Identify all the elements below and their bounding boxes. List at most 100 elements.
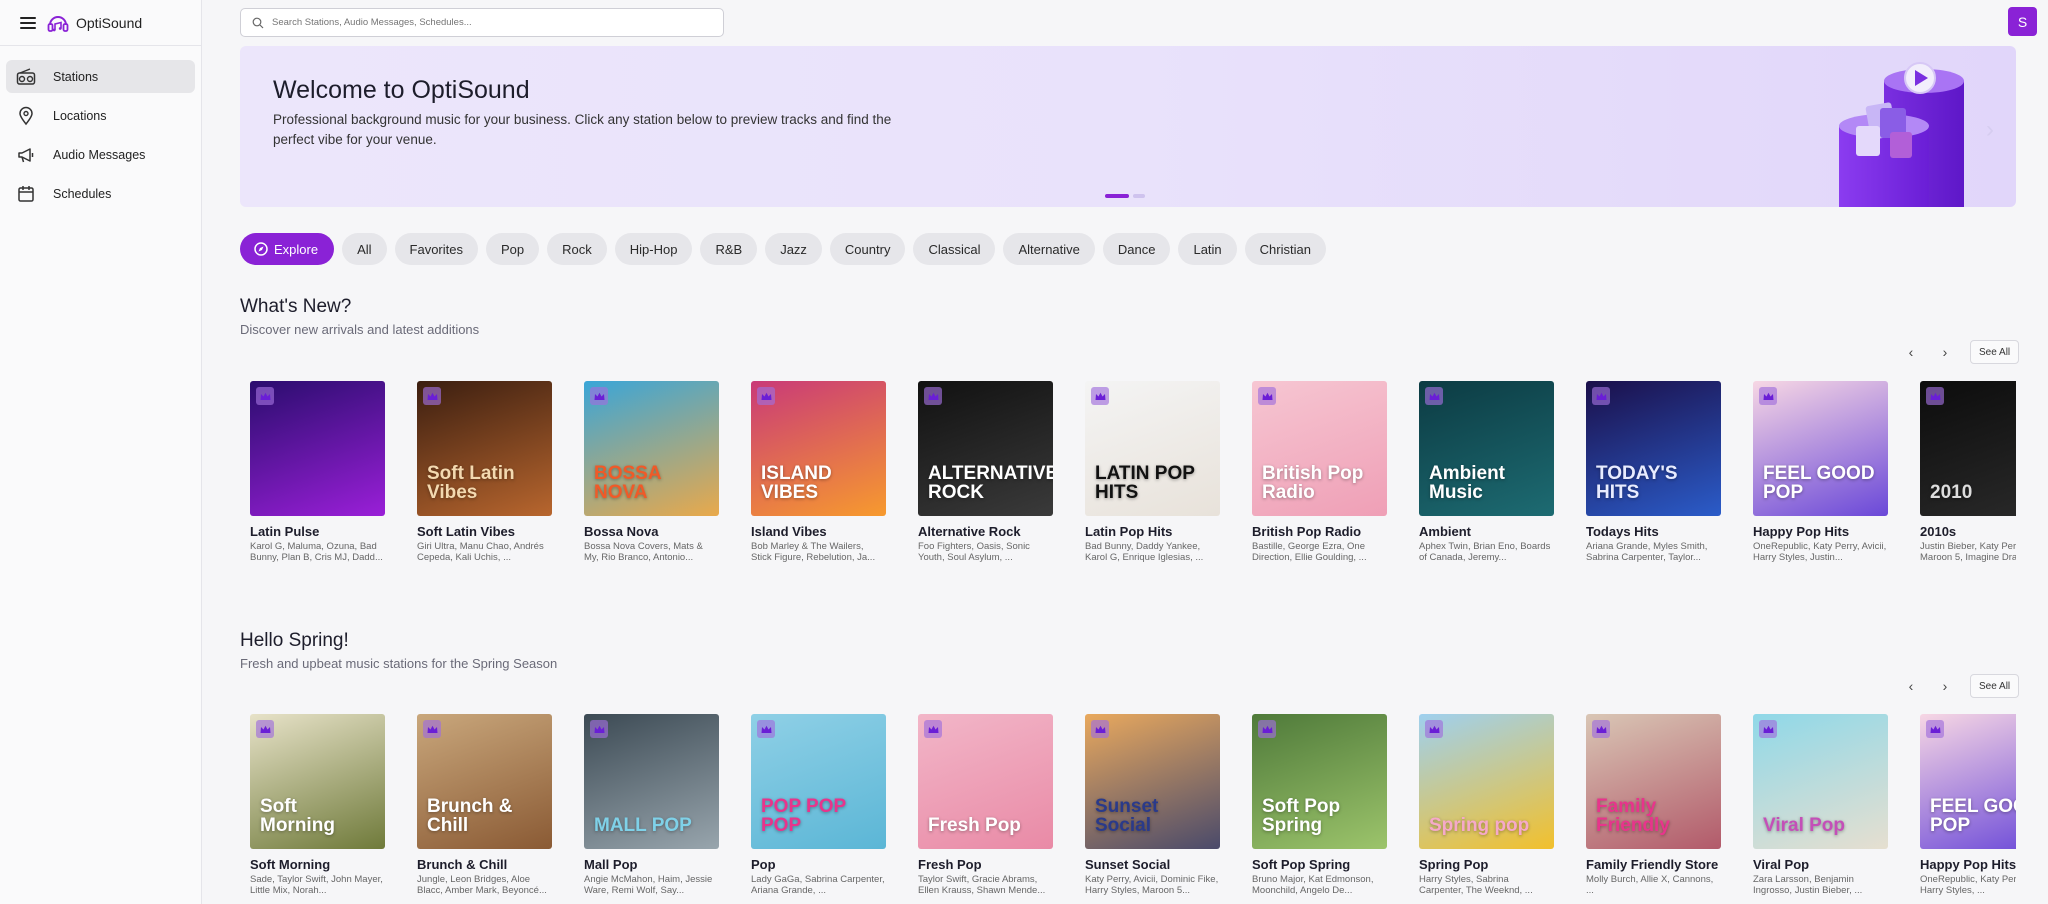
station-card[interactable]: ISLAND VIBES Island Vibes Bob Marley & The… (751, 381, 886, 563)
hero-next-arrow[interactable]: › (1986, 116, 1994, 144)
station-artwork[interactable]: Soft Latin Vibes (417, 381, 552, 516)
sidebar-item-label: Audio Messages (53, 147, 146, 162)
station-card[interactable]: Soft Morning Soft Morning Sade, Taylor Swi… (250, 714, 385, 896)
station-artwork[interactable]: Spring pop (1419, 714, 1554, 849)
sidebar-item-schedules[interactable]: Schedules (6, 177, 195, 210)
station-artists: Giri Ultra, Manu Chao, Andrés Cepeda, Ka… (417, 541, 544, 563)
station-card[interactable]: BOSSA NOVA Bossa Nova Bossa Nova Covers, M… (584, 381, 719, 563)
genre-pill-hip-hop[interactable]: Hip-Hop (614, 233, 693, 265)
station-card[interactable]: FEEL GOOD POP Happy Pop Hits OneRepublic, … (1753, 381, 1888, 563)
genre-pill-alternative[interactable]: Alternative (1003, 233, 1095, 265)
genre-pill-rock[interactable]: Rock (547, 233, 607, 265)
station-card[interactable]: Family Friendly Family Friendly Store Moll… (1586, 714, 1721, 896)
section-title: What's New? (240, 296, 352, 317)
calendar-icon (18, 185, 34, 202)
sidebar-item-locations[interactable]: Locations (6, 99, 195, 132)
station-artwork[interactable] (250, 381, 385, 516)
station-card[interactable]: TODAY'S HITS Todays Hits Ariana Grande, My… (1586, 381, 1721, 563)
station-artwork[interactable]: Brunch & Chill (417, 714, 552, 849)
carousel-dot[interactable] (1133, 194, 1145, 198)
station-artwork[interactable]: Viral Pop (1753, 714, 1888, 849)
explore-pill[interactable]: Explore (240, 233, 335, 265)
sidebar-item-stations[interactable]: Stations (6, 60, 195, 93)
station-card[interactable]: Latin Pulse Karol G, Maluma, Ozuna, Bad B… (250, 381, 385, 563)
sidebar-item-audio-messages[interactable]: Audio Messages (6, 138, 195, 171)
genre-pill-dance[interactable]: Dance (1102, 233, 1171, 265)
hero-banner: Welcome to OptiSound Professional backgr… (240, 46, 2016, 207)
station-name: Latin Pulse (250, 524, 320, 539)
artwork-title: LATIN POP HITS (1095, 463, 1195, 503)
station-artwork[interactable]: FEEL GOOD POP (1753, 381, 1888, 516)
station-artwork[interactable]: FEEL GOOD POP (1920, 714, 2016, 849)
premium-badge (1425, 720, 1443, 738)
station-name: Mall Pop (584, 857, 638, 872)
genre-pill-jazz[interactable]: Jazz (765, 233, 822, 265)
station-artwork[interactable]: TODAY'S HITS (1586, 381, 1721, 516)
station-card[interactable]: Soft Pop Spring Soft Pop Spring Bruno Majo… (1252, 714, 1387, 896)
station-artwork[interactable]: Family Friendly (1586, 714, 1721, 849)
see-all-button[interactable]: See All (1970, 674, 2020, 698)
hero-illustration (1839, 62, 1964, 207)
crown-icon (1763, 725, 1773, 733)
station-artwork[interactable]: Ambient Music (1419, 381, 1554, 516)
genre-pill-christian[interactable]: Christian (1244, 233, 1326, 265)
station-card[interactable]: FEEL GOOD POP Happy Pop Hits OneRepublic, … (1920, 714, 2016, 896)
genre-pill-country[interactable]: Country (829, 233, 906, 265)
station-artwork[interactable]: LATIN POP HITS (1085, 381, 1220, 516)
genre-pill-favorites[interactable]: Favorites (394, 233, 478, 265)
station-artwork[interactable]: MALL POP (584, 714, 719, 849)
prev-arrow-icon[interactable]: ‹ (1902, 344, 1920, 360)
artwork-title: Soft Latin Vibes (427, 463, 515, 503)
search-input[interactable] (272, 17, 692, 28)
station-artwork[interactable]: 2010 (1920, 381, 2016, 516)
prev-arrow-icon[interactable]: ‹ (1902, 678, 1920, 694)
station-card[interactable]: MALL POP Mall Pop Angie McMahon, Haim, Jes… (584, 714, 719, 896)
station-artwork[interactable]: Sunset Social (1085, 714, 1220, 849)
crown-icon (1429, 725, 1439, 733)
station-name: Happy Pop Hits (1753, 524, 1850, 539)
station-card[interactable]: British Pop Radio British Pop Radio Bastil… (1252, 381, 1387, 563)
carousel-dot-active[interactable] (1105, 194, 1129, 198)
carousel-controls: ‹ › See All (1902, 340, 2020, 364)
station-card[interactable]: Soft Latin Vibes Soft Latin Vibes Giri Ult… (417, 381, 552, 563)
station-card[interactable]: Spring pop Spring Pop Harry Styles, Sabrin… (1419, 714, 1554, 896)
artwork-title: British Pop Radio (1262, 463, 1364, 503)
premium-badge (1592, 720, 1610, 738)
carousel-indicators (1105, 194, 1145, 198)
station-name: Sunset Social (1085, 857, 1171, 872)
station-artists: Bossa Nova Covers, Mats & My, Rio Branco… (584, 541, 703, 563)
genre-pill-all[interactable]: All (342, 233, 387, 265)
genre-filter-bar: Explore All Favorites Pop Rock Hip-Hop R&B Jaz… (240, 233, 1326, 265)
genre-pill-pop[interactable]: Pop (486, 233, 540, 265)
station-artwork[interactable]: British Pop Radio (1252, 381, 1387, 516)
station-card[interactable]: LATIN POP HITS Latin Pop Hits Bad Bunny, D… (1085, 381, 1220, 563)
station-artwork[interactable]: Soft Pop Spring (1252, 714, 1387, 849)
station-card[interactable]: POP POP POP Pop Lady GaGa, Sabrina Carpent… (751, 714, 886, 896)
station-card[interactable]: Brunch & Chill Brunch & Chill Jungle, Leon… (417, 714, 552, 896)
search-bar (240, 8, 724, 37)
station-card[interactable]: Viral Pop Viral Pop Zara Larsson, Benjamin… (1753, 714, 1888, 896)
station-artwork[interactable]: POP POP POP (751, 714, 886, 849)
next-arrow-icon[interactable]: › (1936, 344, 1954, 360)
station-card[interactable]: Sunset Social Sunset Social Katy Perry, Av… (1085, 714, 1220, 896)
user-avatar[interactable]: S (2008, 7, 2037, 36)
hero-subtitle: Professional background music for your b… (273, 112, 892, 147)
genre-pill-latin[interactable]: Latin (1178, 233, 1237, 265)
station-artwork[interactable]: BOSSA NOVA (584, 381, 719, 516)
crown-icon (1596, 392, 1606, 400)
see-all-button[interactable]: See All (1970, 340, 2020, 364)
station-card[interactable]: Fresh Pop Fresh Pop Taylor Swift, Gracie A… (918, 714, 1053, 896)
next-arrow-icon[interactable]: › (1936, 678, 1954, 694)
station-artwork[interactable]: ALTERNATIVE ROCK (918, 381, 1053, 516)
station-card[interactable]: Ambient Music Ambient Aphex Twin, Brian En… (1419, 381, 1554, 563)
crown-icon (1429, 392, 1439, 400)
station-artwork[interactable]: Fresh Pop (918, 714, 1053, 849)
station-card[interactable]: 2010 2010s Justin Bieber, Katy Perry, Maro… (1920, 381, 2016, 563)
station-card[interactable]: ALTERNATIVE ROCK Alternative Rock Foo Figh… (918, 381, 1053, 563)
station-artwork[interactable]: Soft Morning (250, 714, 385, 849)
menu-icon[interactable] (20, 16, 36, 29)
station-artwork[interactable]: ISLAND VIBES (751, 381, 886, 516)
genre-pill-classical[interactable]: Classical (913, 233, 996, 265)
premium-badge (590, 387, 608, 405)
genre-pill-r-b[interactable]: R&B (700, 233, 758, 265)
